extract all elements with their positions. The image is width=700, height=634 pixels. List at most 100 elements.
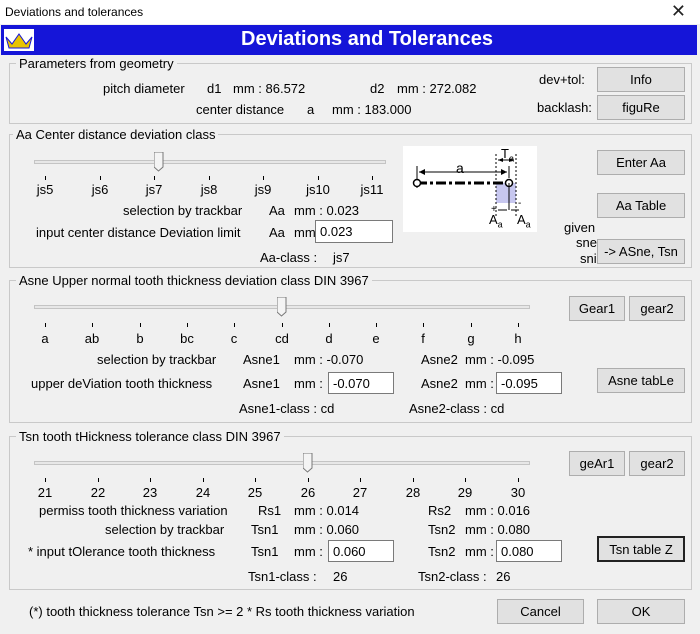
to-asne-tsn-button[interactable]: -> ASne, Tsn — [597, 239, 685, 264]
asne-upper-label: upper deViation tooth thickness — [31, 376, 213, 391]
aa-slider-track[interactable] — [34, 160, 386, 164]
aa-class-value: js7 — [333, 250, 350, 265]
slider-tick-label: js8 — [200, 182, 218, 197]
given-label: given — [564, 220, 596, 235]
asne-selection-label: selection by trackbar — [97, 352, 217, 367]
tsn2-selection-value: mm : 0.080 — [465, 522, 531, 537]
slider-tick-label: d — [325, 331, 333, 346]
slider-tick-label: bc — [180, 331, 194, 346]
asne2-selection-value: mm : -0.095 — [465, 352, 535, 367]
a-value: mm : 183.000 — [332, 102, 412, 117]
asne2-input-symbol: Asne2 — [421, 376, 458, 391]
asne-gear2-button[interactable]: gear2 — [629, 296, 685, 321]
tsn-selection-label: selection by trackbar — [105, 522, 225, 537]
window-title: Deviations and tolerances — [5, 5, 144, 19]
asne-table-button[interactable]: Asne tabLe — [597, 368, 685, 393]
asne1-class: Asne1-class : cd — [239, 401, 335, 416]
slider-tick — [203, 478, 204, 482]
rs-label: permiss tooth thickness variation — [39, 503, 228, 518]
tsn-gear1-button[interactable]: geAr1 — [569, 451, 625, 476]
svg-text:-: - — [518, 198, 521, 209]
tsn2-input-unit: mm : — [465, 544, 494, 559]
slider-tick — [413, 478, 414, 482]
tsn2-input[interactable]: 0.080 — [496, 540, 562, 562]
slider-tick-label: 23 — [142, 485, 158, 500]
asne-gear1-button[interactable]: Gear1 — [569, 296, 625, 321]
tsn2-class-value: 26 — [496, 569, 511, 584]
header-banner: Deviations and Tolerances — [1, 25, 697, 55]
asne1-input-symbol: Asne1 — [243, 376, 280, 391]
slider-tick-label: 26 — [300, 485, 316, 500]
aa-class-label: Aa-class : — [260, 250, 318, 265]
slider-tick — [98, 478, 99, 482]
tsn-group-title: Tsn tooth tHickness tolerance class DIN … — [16, 429, 284, 444]
slider-tick — [154, 176, 155, 180]
slider-tick-label: 27 — [352, 485, 368, 500]
aa-figure: + - a Ta Aa Aa — [403, 146, 537, 232]
aa-input-symbol: Aa — [269, 225, 285, 240]
aa-deviation-input[interactable]: 0.023 — [315, 220, 393, 243]
slider-tick-label: js11 — [360, 182, 384, 197]
tsn1-input[interactable]: 0.060 — [328, 540, 394, 562]
tsn-slider-thumb[interactable] — [302, 452, 313, 473]
slider-tick — [140, 323, 141, 327]
slider-tick-label: js9 — [254, 182, 272, 197]
enter-aa-button[interactable]: Enter Aa — [597, 150, 685, 175]
asne1-input-unit: mm : — [294, 376, 323, 391]
slider-tick-label: js7 — [145, 182, 163, 197]
rs2-symbol: Rs2 — [428, 503, 452, 518]
close-icon[interactable]: ✕ — [671, 1, 686, 22]
tsn-gear2-button[interactable]: gear2 — [629, 451, 685, 476]
asne-slider-thumb[interactable] — [276, 296, 287, 317]
slider-tick — [318, 176, 319, 180]
tsn2-selection-symbol: Tsn2 — [428, 522, 456, 537]
slider-tick — [45, 323, 46, 327]
tsn2-class-label: Tsn2-class : — [418, 569, 487, 584]
slider-tick — [360, 478, 361, 482]
slider-tick — [187, 323, 188, 327]
slider-tick-label: g — [467, 331, 475, 346]
tsn-table-button[interactable]: Tsn table Z — [597, 536, 685, 562]
slider-tick-label: 30 — [510, 485, 526, 500]
aa-slider-thumb[interactable] — [153, 151, 164, 172]
sne-label: sne — [576, 235, 597, 250]
slider-tick-label: js10 — [306, 182, 330, 197]
slider-tick — [209, 176, 210, 180]
aa-group-title: Aa Center distance deviation class — [13, 127, 219, 142]
info-button[interactable]: Info — [597, 67, 685, 92]
aa-selection-symbol: Aa — [269, 203, 285, 218]
tsn1-input-unit: mm : — [294, 544, 323, 559]
d2-label: d2 — [370, 81, 385, 96]
asne2-class: Asne2-class : cd — [409, 401, 505, 416]
aa-input-label: input center distance Deviation limit — [36, 225, 241, 240]
d1-value: mm : 86.572 — [233, 81, 306, 96]
window-titlebar: Deviations and tolerances ✕ — [0, 0, 700, 24]
cancel-button[interactable]: Cancel — [497, 599, 584, 624]
slider-tick-label: js5 — [36, 182, 54, 197]
slider-tick-label: 25 — [247, 485, 263, 500]
footer-note: (*) tooth thickness tolerance Tsn >= 2 *… — [29, 604, 415, 619]
rs1-value: mm : 0.014 — [294, 503, 360, 518]
asne2-input[interactable]: -0.095 — [496, 372, 562, 394]
tsn1-input-symbol: Tsn1 — [251, 544, 279, 559]
figure-button[interactable]: figuRe — [597, 95, 685, 120]
center-distance-label: center distance — [196, 102, 285, 117]
backlash-label: backlash: — [537, 100, 592, 115]
slider-tick-label: 21 — [37, 485, 53, 500]
asne1-input[interactable]: -0.070 — [328, 372, 394, 394]
tsn2-input-symbol: Tsn2 — [428, 544, 456, 559]
tsn-slider-track[interactable] — [34, 461, 530, 465]
slider-tick — [518, 478, 519, 482]
slider-tick-label: a — [41, 331, 49, 346]
slider-tick-label: e — [372, 331, 380, 346]
pitch-diameter-label: pitch diameter — [103, 81, 185, 96]
aa-table-button[interactable]: Aa Table — [597, 193, 685, 218]
rs2-value: mm : 0.016 — [465, 503, 531, 518]
asne-group-title: Asne Upper normal tooth thickness deviat… — [16, 273, 372, 288]
a-label: a — [307, 102, 315, 117]
slider-tick-label: ab — [84, 331, 100, 346]
ok-button[interactable]: OK — [597, 599, 685, 624]
fig-a2-label: Aa — [517, 212, 531, 230]
tsn1-class-value: 26 — [333, 569, 348, 584]
rs1-symbol: Rs1 — [258, 503, 282, 518]
